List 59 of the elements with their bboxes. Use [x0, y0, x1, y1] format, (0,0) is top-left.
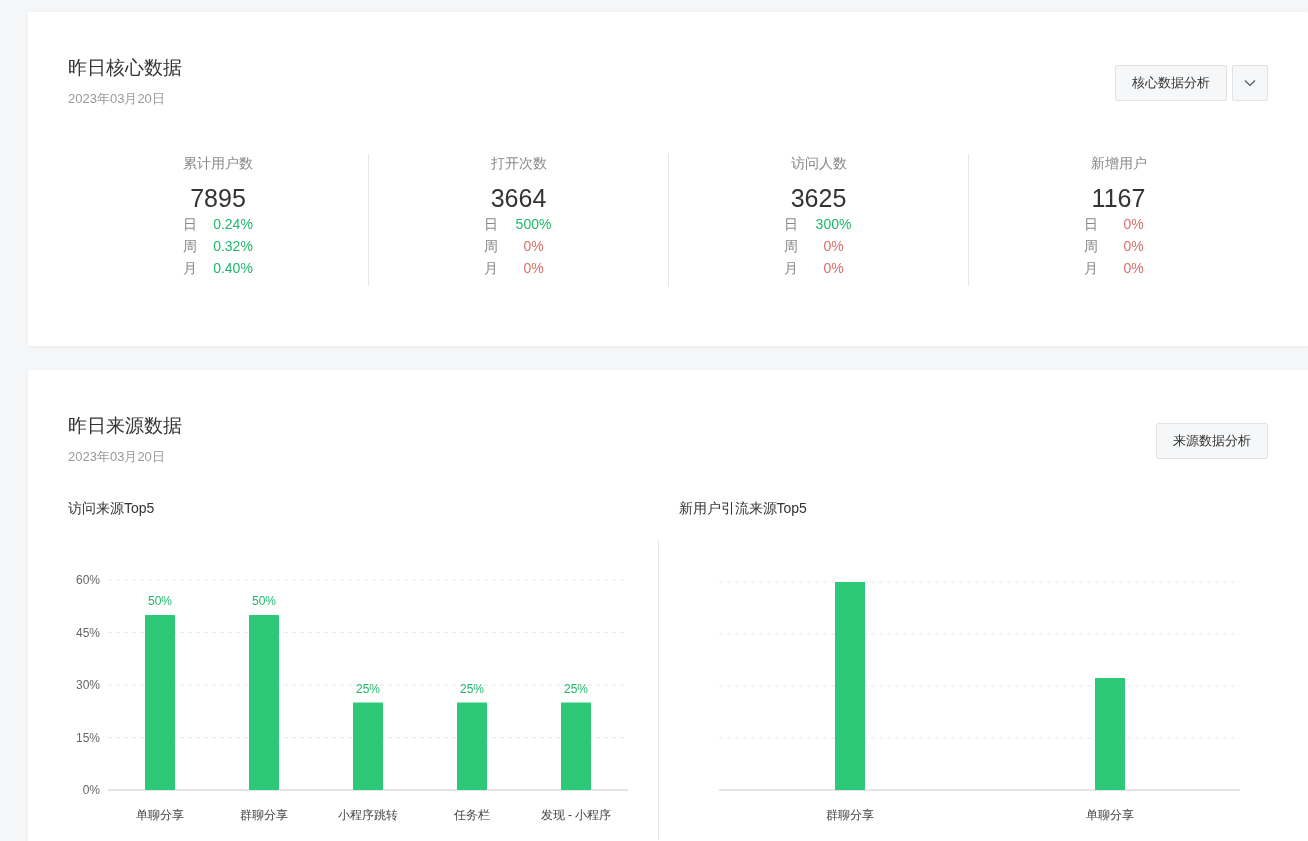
period-label: 周: [783, 237, 799, 256]
period-label: 日: [783, 215, 799, 234]
change-value: 0%: [822, 259, 845, 278]
period-label: 日: [1083, 215, 1099, 234]
period-label: 月: [183, 259, 198, 278]
data-label: 50%: [148, 594, 172, 608]
period-label: 月: [483, 259, 499, 278]
axis-tick-label: 15%: [75, 730, 100, 745]
stat-label: 打开次数: [490, 155, 547, 173]
stat-value: 3664: [490, 183, 547, 213]
change-value: 0%: [1122, 259, 1145, 278]
category-label: 群聊分享: [240, 808, 288, 822]
section-title: 昨日核心数据: [68, 56, 182, 80]
chart-title: 访问来源Top5: [68, 500, 156, 518]
stat-value: 3625: [790, 183, 847, 213]
stat-label: 访问人数: [790, 155, 847, 173]
category-label: 群聊分享: [825, 808, 874, 822]
dropdown-button[interactable]: [1232, 65, 1268, 101]
source-analysis-button[interactable]: 来源数据分析: [1156, 423, 1268, 459]
period-label: 周: [1083, 237, 1099, 256]
category-label: 单聊分享: [1085, 808, 1134, 822]
data-label: 50%: [252, 594, 276, 608]
change-value: 500%: [514, 215, 553, 234]
date-text: 2023年03月20日: [68, 90, 166, 108]
period-label: 周: [183, 237, 198, 256]
chart-title: 新用户引流来源Top5: [678, 500, 808, 518]
change-value: 0.24%: [213, 215, 253, 234]
change-value: 0%: [1122, 215, 1145, 234]
change-value: 0%: [1122, 237, 1145, 256]
core-analysis-button[interactable]: 核心数据分析: [1115, 65, 1227, 101]
axis-tick-label: 30%: [75, 678, 100, 692]
axis-tick-label: 45%: [75, 625, 100, 640]
period-label: 月: [783, 259, 799, 278]
change-value: 0%: [822, 237, 845, 256]
period-label: 日: [483, 215, 499, 234]
chevron-down-icon: [1244, 79, 1256, 87]
axis-tick-label: 0%: [82, 783, 100, 797]
change-value: 300%: [814, 215, 853, 234]
period-label: 月: [1083, 259, 1099, 278]
change-value: 0.32%: [213, 237, 253, 256]
category-label: 小程序跳转: [338, 808, 398, 822]
axis-tick-label: 60%: [75, 573, 100, 587]
section-title: 昨日来源数据: [68, 414, 182, 438]
data-label: 25%: [356, 681, 380, 696]
change-value: 0.40%: [213, 259, 253, 278]
period-label: 周: [483, 237, 499, 256]
category-label: 任务栏: [454, 808, 490, 822]
category-label: 单聊分享: [136, 808, 184, 822]
stat-value: 1167: [1091, 183, 1146, 213]
date-text: 2023年03月20日: [68, 448, 166, 466]
stat-label: 新增用户: [1090, 155, 1147, 173]
stat-label: 累计用户数: [183, 155, 253, 173]
stat-value: 7895: [190, 183, 246, 213]
data-label: 25%: [460, 681, 484, 696]
data-label: 25%: [564, 681, 588, 696]
change-value: 0%: [522, 237, 545, 256]
change-value: 0%: [522, 259, 545, 278]
category-label: 发现 - 小程序: [540, 808, 612, 822]
period-label: 日: [183, 215, 198, 234]
